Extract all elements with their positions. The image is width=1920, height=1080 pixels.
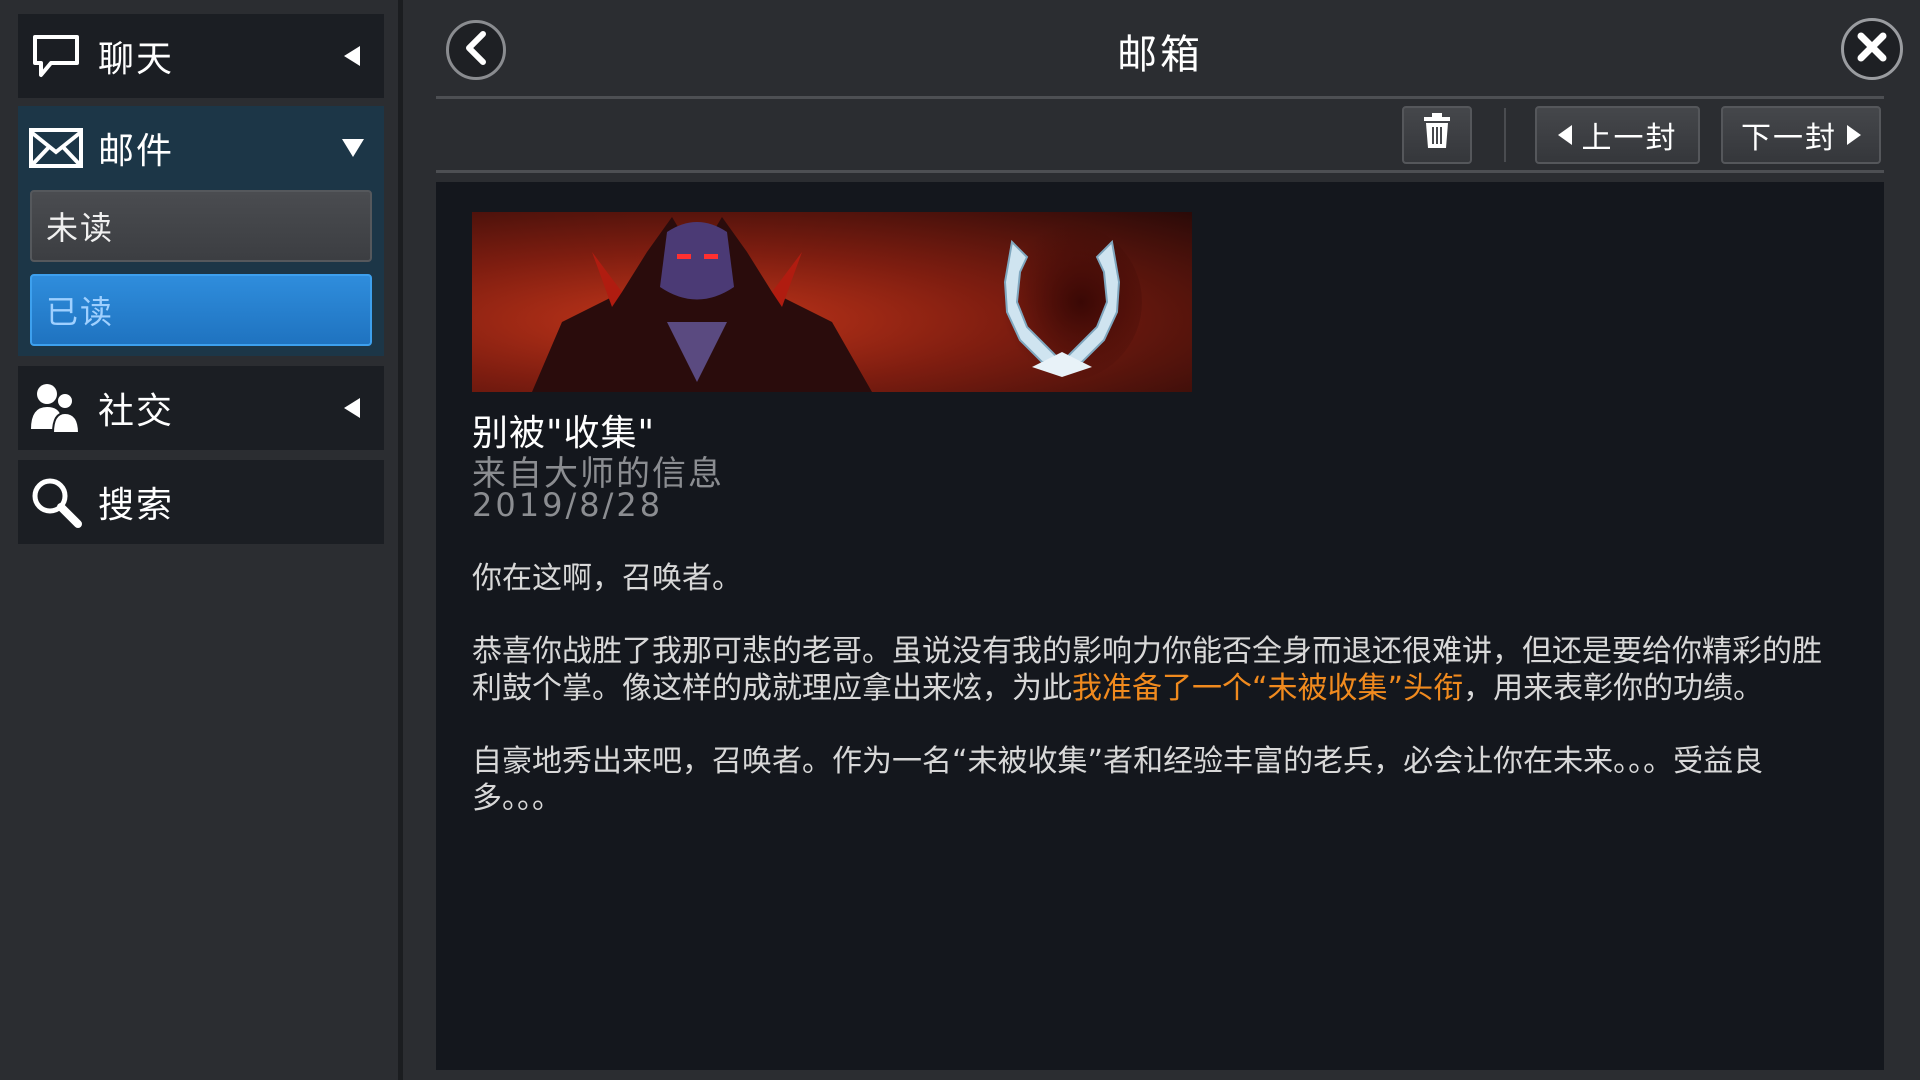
chevron-left-icon	[342, 397, 364, 419]
previous-mail-button[interactable]: 上一封	[1535, 106, 1700, 164]
chevron-down-icon	[342, 137, 364, 159]
mail-text: ，用来表彰你的功绩。	[1463, 671, 1764, 706]
previous-mail-label: 上一封	[1581, 121, 1678, 156]
delete-button[interactable]	[1402, 106, 1472, 164]
sidebar-item-label: 聊天	[98, 39, 175, 80]
next-mail-button[interactable]: 下一封	[1721, 106, 1881, 164]
chat-bubble-icon	[28, 28, 84, 84]
close-icon	[1856, 31, 1888, 67]
next-mail-label: 下一封	[1741, 121, 1837, 156]
mail-paragraph: 恭喜你战胜了我那可悲的老哥。虽说没有我的影响力你能否全身而退还很难讲，但还是要给…	[472, 633, 1832, 707]
triangle-left-icon	[1557, 125, 1572, 145]
sidebar-item-mail[interactable]: 邮件	[18, 106, 384, 190]
sidebar: 聊天 邮件 未读 已读 社交 搜索	[0, 0, 398, 1080]
chevron-left-icon	[461, 31, 491, 69]
mail-banner-image	[472, 212, 1192, 392]
toolbar-separator	[1504, 108, 1506, 162]
sidebar-item-label: 社交	[98, 391, 175, 432]
mail-body: 你在这啊，召唤者。 恭喜你战胜了我那可悲的老哥。虽说没有我的影响力你能否全身而退…	[472, 560, 1832, 853]
sidebar-item-social[interactable]: 社交	[18, 366, 384, 450]
search-icon	[28, 474, 84, 530]
mail-paragraph: 自豪地秀出来吧，召唤者。作为一名“未被收集”者和经验丰富的老兵，必会让你在未来。…	[472, 744, 1764, 816]
sidebar-item-label: 搜索	[98, 485, 175, 526]
mail-date: 2019/8/28	[472, 486, 664, 524]
mail-filter-unread[interactable]: 未读	[30, 190, 372, 262]
mail-filter-label: 未读	[46, 209, 115, 247]
sidebar-item-label: 邮件	[98, 131, 175, 172]
mail-highlight-text: 我准备了一个“未被收集”头衔	[1072, 671, 1464, 706]
toolbar-divider	[436, 170, 1884, 173]
page-title: 邮箱	[1117, 32, 1203, 78]
people-icon	[28, 380, 84, 436]
sidebar-divider	[398, 0, 403, 1080]
close-button[interactable]	[1841, 18, 1903, 80]
trash-icon	[1422, 113, 1452, 157]
sidebar-group-mail: 邮件 未读 已读	[18, 106, 384, 356]
sidebar-item-chat[interactable]: 聊天	[18, 14, 384, 98]
mail-filter-label: 已读	[46, 293, 115, 331]
envelope-icon	[28, 120, 84, 176]
back-button[interactable]	[446, 20, 506, 80]
header-divider	[436, 96, 1884, 99]
triangle-right-icon	[1847, 125, 1861, 145]
mail-paragraph: 你在这啊，召唤者。	[472, 561, 742, 596]
chevron-left-icon	[342, 45, 364, 67]
mail-content-panel: 别被"收集" 来自大师的信息 2019/8/28 你在这啊，召唤者。 恭喜你战胜…	[436, 182, 1884, 1070]
sidebar-item-search[interactable]: 搜索	[18, 460, 384, 544]
mail-filter-read[interactable]: 已读	[30, 274, 372, 346]
